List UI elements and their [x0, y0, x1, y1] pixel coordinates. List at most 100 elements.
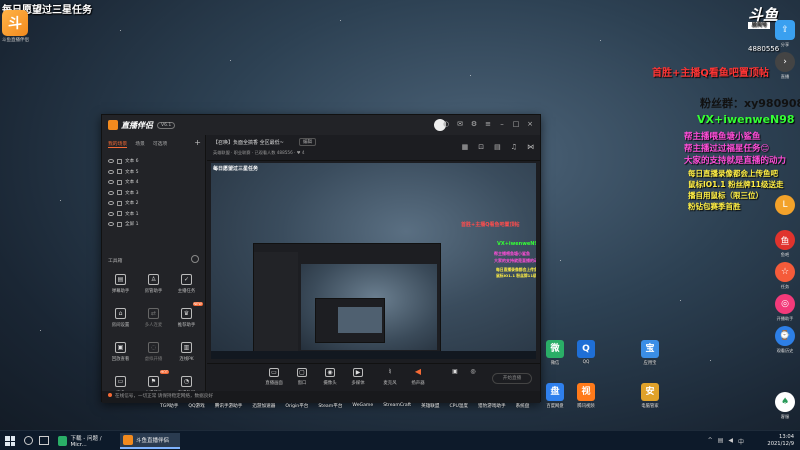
- eye-icon[interactable]: [108, 169, 114, 174]
- tab-scene[interactable]: 场景: [135, 140, 145, 148]
- menu-icon[interactable]: ≡: [484, 120, 492, 128]
- system-tray: ^ ▤ ◀ 中: [708, 437, 744, 446]
- layer-item[interactable]: 文本 5: [102, 167, 205, 178]
- desktop-icon-app-store[interactable]: 宝应用宝: [635, 340, 665, 366]
- toolbox-settings-icon[interactable]: [191, 255, 199, 263]
- task-icon[interactable]: ☆: [775, 262, 795, 282]
- share-icon[interactable]: ⋈: [527, 143, 534, 151]
- dock-label[interactable]: CPU温度: [449, 403, 468, 409]
- speaker-button[interactable]: ◀ 扬声器: [406, 368, 430, 387]
- mic-button[interactable]: ♮ 麦克风: [378, 368, 402, 387]
- desktop-icon-label: 腾讯视频: [577, 404, 595, 409]
- dock-label[interactable]: WeGame: [352, 403, 373, 409]
- new-badge: NEW: [192, 302, 203, 306]
- chevron-up-icon[interactable]: ^: [708, 437, 713, 446]
- avatar-letter: L: [782, 200, 788, 210]
- add-media-button[interactable]: ▶ 多媒体: [346, 368, 370, 386]
- add-camera-button[interactable]: ◉ 摄像头: [318, 368, 342, 386]
- layer-item[interactable]: 文本 3: [102, 188, 205, 199]
- chart-icon[interactable]: ▤: [494, 143, 501, 151]
- dock-label[interactable]: 英雄联盟: [421, 403, 439, 409]
- volume-icon[interactable]: ◀: [728, 437, 733, 446]
- layer-label: 全屏 1: [125, 222, 139, 228]
- avatar[interactable]: L: [775, 195, 795, 215]
- eye-icon[interactable]: [108, 201, 114, 206]
- data-icon: ◔: [181, 376, 192, 387]
- assistant-icon[interactable]: ◎: [775, 294, 795, 314]
- tool-admin[interactable]: ♙ 房管助手: [137, 271, 170, 301]
- layer-item[interactable]: 全屏 1: [102, 219, 205, 230]
- dock-label[interactable]: Steam平台: [318, 403, 342, 409]
- close-icon[interactable]: ×: [526, 120, 534, 128]
- ime-icon[interactable]: 中: [738, 437, 744, 446]
- network-icon[interactable]: ▤: [718, 437, 724, 446]
- add-scene-icon[interactable]: +: [194, 138, 201, 147]
- clock[interactable]: 13:04 2021/12/9: [767, 434, 794, 448]
- live-icon[interactable]: ›: [775, 52, 795, 72]
- tool-room-settings[interactable]: ⌂ 房间设置: [104, 305, 137, 335]
- tool-pk[interactable]: ▥ 连线PK: [170, 339, 203, 369]
- layer-item[interactable]: 文本 6: [102, 156, 205, 167]
- tool-task[interactable]: ✓ 主播任务: [170, 271, 203, 301]
- history-icon[interactable]: ⌚: [775, 326, 795, 346]
- layer-label: 文本 6: [125, 159, 139, 165]
- minimize-icon[interactable]: –: [498, 120, 506, 128]
- taskbar-task-browser[interactable]: 下载 - 问题 / Micr...: [55, 433, 117, 449]
- dock-label[interactable]: QQ游戏: [188, 403, 204, 409]
- snapshot-button[interactable]: ◎: [461, 368, 485, 377]
- gear-icon[interactable]: ⚙: [470, 120, 478, 128]
- dock-label[interactable]: 迅游加速器: [252, 403, 275, 409]
- dock-label[interactable]: StreamCraft: [383, 403, 411, 409]
- live-preview[interactable]: 每日愿望过三星任务 首胜+主播Q看鱼吧置顶帖 VX+iwenweN98 帮主播喂…: [211, 163, 536, 359]
- tool-virtual[interactable]: ◌ 虚拟开播: [137, 339, 170, 369]
- message-icon[interactable]: ✉: [456, 120, 464, 128]
- stream-logo-icon[interactable]: 斗: [2, 10, 28, 36]
- tab-my-scene[interactable]: 我的场景: [108, 140, 128, 148]
- preview-overlay: 鼠标IO1.1 粉丝牌11级送走: [496, 273, 536, 278]
- tool-danmaku[interactable]: ▤ 弹幕助手: [104, 271, 137, 301]
- task-view-icon[interactable]: [39, 436, 49, 445]
- desktop-icon-baidu-disk[interactable]: 盘百度网盘: [540, 383, 570, 409]
- start-menu-icon[interactable]: [5, 436, 15, 446]
- search-icon[interactable]: [24, 436, 33, 445]
- version-badge[interactable]: V6.1: [157, 121, 176, 129]
- tool-recommend[interactable]: NEW ♛ 推荐助手: [170, 302, 203, 335]
- eye-icon[interactable]: [108, 159, 114, 164]
- taskbar-task-live-companion[interactable]: 斗鱼直播伴侣: [120, 433, 180, 449]
- edit-room-button[interactable]: 编辑: [299, 138, 316, 146]
- grid-icon[interactable]: ▦: [462, 143, 469, 151]
- desktop-icon-label: 百度网盘: [546, 404, 564, 409]
- layer-item[interactable]: 文本 1: [102, 209, 205, 220]
- dock-label[interactable]: 系统盘: [516, 403, 530, 409]
- add-screen-button[interactable]: ▭ 直播画面: [262, 368, 286, 386]
- bell-icon[interactable]: ♫: [511, 143, 517, 151]
- maximize-icon[interactable]: □: [512, 120, 520, 128]
- desktop-icon-qq[interactable]: Q QQ: [571, 340, 601, 365]
- desktop-icon-security[interactable]: 安电脑管家: [635, 383, 665, 409]
- dock-label[interactable]: 猎豹游戏助手: [478, 403, 506, 409]
- tool-replay[interactable]: ▣ 回放查看: [104, 339, 137, 369]
- fish-icon[interactable]: 鱼: [775, 230, 795, 250]
- layer-item[interactable]: 文本 2: [102, 198, 205, 209]
- layer-item[interactable]: 文本 4: [102, 177, 205, 188]
- tool-label: 推荐助手: [177, 323, 196, 328]
- eye-icon[interactable]: [108, 211, 114, 216]
- eye-icon[interactable]: [108, 190, 114, 195]
- share-icon[interactable]: ⇪: [775, 20, 795, 40]
- lock-icon[interactable]: ⊡: [478, 143, 484, 151]
- dock-label[interactable]: TGP助手: [160, 403, 178, 409]
- eye-icon[interactable]: [108, 222, 114, 227]
- source-label: 麦克风: [383, 381, 397, 386]
- start-live-button[interactable]: 开始直播: [492, 373, 532, 384]
- dock-label[interactable]: 腾讯手游助手: [215, 403, 243, 409]
- room-settings-icon: ⌂: [115, 308, 126, 319]
- dock-label[interactable]: Origin平台: [285, 403, 308, 409]
- eye-icon[interactable]: [108, 180, 114, 185]
- tool-multi-mic[interactable]: ⇄ 多人连麦: [137, 305, 170, 335]
- tab-options[interactable]: 可选项: [153, 140, 167, 148]
- skin-icon[interactable]: ◐: [442, 120, 450, 128]
- add-window-button[interactable]: ▢ 窗口: [290, 368, 314, 386]
- desktop-icon-wechat[interactable]: 微微信: [540, 340, 570, 366]
- desktop-icon-tencent-video[interactable]: 视腾讯视频: [571, 383, 601, 409]
- service-icon[interactable]: ♠: [775, 392, 795, 412]
